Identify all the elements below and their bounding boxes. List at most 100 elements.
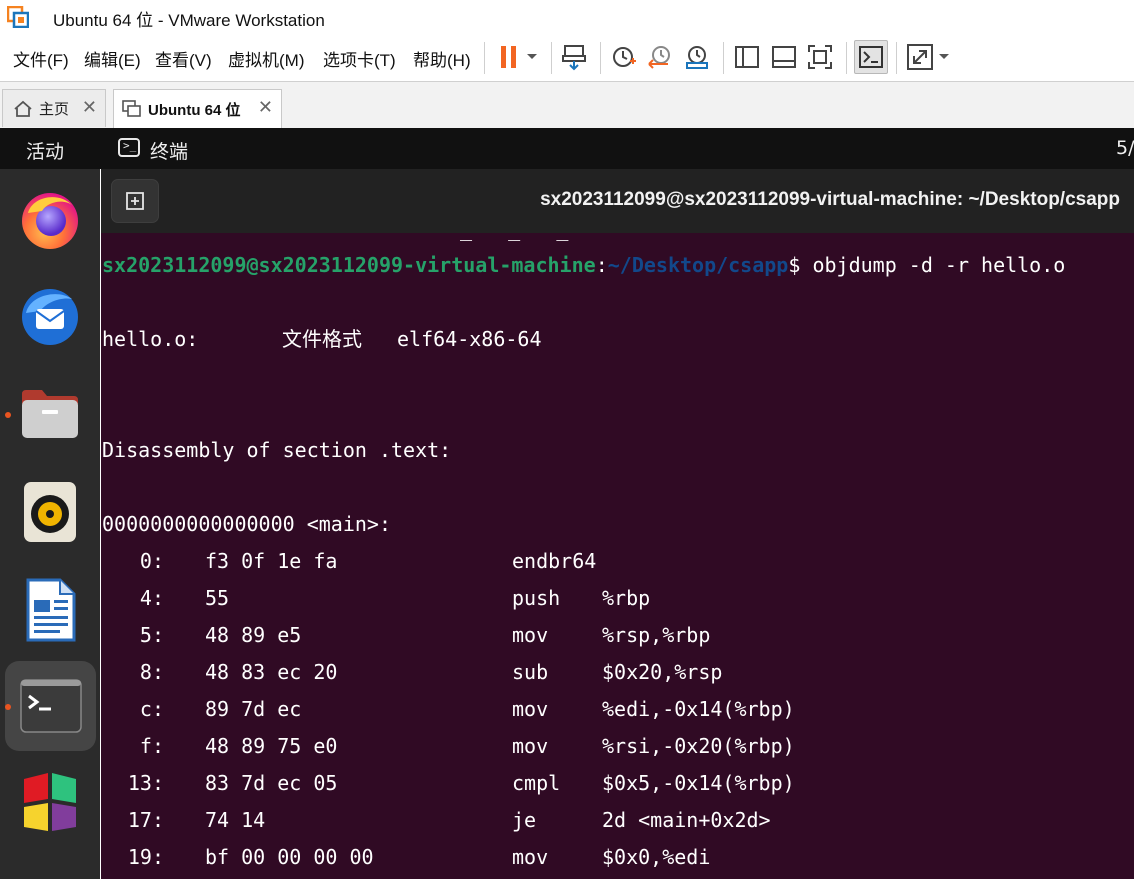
revert-snapshot-icon[interactable] — [643, 40, 677, 74]
row-address: 4: — [139, 586, 164, 610]
file-format-label: 文件格式 — [282, 327, 362, 351]
row-mnemonic: mov — [512, 845, 549, 869]
dropdown-arrow-icon[interactable] — [520, 40, 544, 74]
row-mnemonic: push — [512, 586, 561, 610]
activities-button[interactable]: 活动 — [26, 137, 64, 164]
home-icon — [13, 100, 33, 118]
menu-toolbar: 文件(F) 编辑(E) 查看(V) 虚拟机(M) 选项卡(T) 帮助(H) — [0, 35, 1134, 82]
prompt-dollar: $ — [788, 253, 801, 277]
row-address: 0: — [139, 549, 164, 573]
row-bytes: 48 83 ec 20 — [205, 660, 338, 684]
row-operands: $0x20,%rsp — [602, 660, 723, 684]
thunderbird-icon[interactable] — [12, 277, 88, 353]
window-title: Ubuntu 64 位 - VMware Workstation — [53, 11, 325, 30]
gnome-top-bar: 活动 >_ 终端 5/ — [0, 128, 1134, 169]
sidebar-icon[interactable] — [730, 40, 764, 74]
new-tab-icon — [124, 191, 146, 211]
thumbnail-bar-icon[interactable] — [767, 40, 801, 74]
dropdown-arrow-icon[interactable] — [932, 40, 956, 74]
toolbar-separator — [896, 42, 897, 74]
row-address: f: — [139, 734, 164, 758]
menu-file[interactable]: 文件(F) — [13, 46, 69, 71]
send-ctrl-alt-del-icon[interactable] — [558, 40, 592, 74]
libreoffice-writer-icon[interactable] — [12, 572, 88, 648]
row-address: 19: — [127, 845, 164, 869]
row-operands: 2d <main+0x2d> — [602, 808, 771, 832]
rhythmbox-icon[interactable] — [12, 474, 88, 550]
row-mnemonic: mov — [512, 734, 549, 758]
terminal-header-bar: sx2023112099@sx2023112099-virtual-machin… — [101, 169, 1134, 233]
row-operands: $0x5,-0x14(%rbp) — [602, 771, 795, 795]
files-icon[interactable] — [12, 374, 88, 450]
prompt-line: sx2023112099@sx2023112099-virtual-machin… — [102, 253, 1065, 277]
toolbar-separator — [846, 42, 847, 74]
row-mnemonic: mov — [512, 697, 549, 721]
row-bytes: 48 89 e5 — [205, 623, 302, 647]
toolbar-separator — [600, 42, 601, 74]
new-tab-button[interactable] — [111, 179, 159, 223]
tab-strip: 主页 ✕ Ubuntu 64 位 ✕ — [0, 82, 1134, 128]
terminal-window[interactable]: sx2023112099@sx2023112099-virtual-machin… — [101, 169, 1134, 879]
vm-icon — [122, 100, 142, 118]
row-mnemonic: endbr64 — [512, 549, 597, 573]
row-bytes: 48 89 75 e0 — [205, 734, 338, 758]
manage-snapshots-icon[interactable] — [680, 40, 714, 74]
symbol-header: 0000000000000000 <main>: — [102, 512, 391, 536]
file-format-value: elf64-x86-64 — [397, 327, 542, 351]
fullscreen-fit-icon[interactable] — [803, 40, 837, 74]
menu-edit[interactable]: 编辑(E) — [84, 46, 141, 71]
dock — [0, 169, 100, 879]
window-title-bar: Ubuntu 64 位 - VMware Workstation — [0, 0, 1134, 34]
row-bytes: 89 7d ec — [205, 697, 302, 721]
terminal-output[interactable]: _ _ _ sx2023112099@sx2023112099-virtual-… — [102, 217, 1134, 879]
menu-tabs[interactable]: 选项卡(T) — [323, 46, 396, 71]
row-address: c: — [139, 697, 164, 721]
row-operands: %rsp,%rbp — [602, 623, 711, 647]
tab-ubuntu-label: Ubuntu 64 位 — [148, 101, 241, 119]
prompt-path: ~/Desktop/csapp — [607, 253, 789, 277]
snapshot-icon[interactable] — [607, 40, 641, 74]
toolbar-separator — [723, 42, 724, 74]
row-bytes: 83 7d ec 05 — [205, 771, 338, 795]
row-operands: %rbp — [602, 586, 651, 610]
software-store-icon[interactable] — [12, 765, 88, 841]
vmware-app-icon — [6, 5, 30, 29]
prompt-user-host: sx2023112099@sx2023112099-virtual-machin… — [102, 253, 596, 277]
row-bytes: 55 — [205, 586, 230, 610]
row-address: 17: — [127, 808, 164, 832]
row-mnemonic: je — [512, 808, 537, 832]
file-name: hello.o: — [102, 327, 199, 351]
terminal-title: sx2023112099@sx2023112099-virtual-machin… — [540, 189, 1120, 210]
row-address: 13: — [127, 771, 164, 795]
clock[interactable]: 5/ — [1116, 137, 1134, 159]
row-mnemonic: mov — [512, 623, 549, 647]
command-text: objdump -d -r hello.o — [800, 253, 1066, 277]
tab-home[interactable]: 主页 ✕ — [2, 89, 106, 127]
row-bytes: 74 14 — [205, 808, 266, 832]
running-indicator — [5, 704, 11, 710]
running-indicator — [5, 412, 11, 418]
terminal-icon[interactable] — [5, 661, 96, 751]
row-bytes: bf 00 00 00 00 — [205, 845, 374, 869]
close-icon[interactable]: ✕ — [82, 99, 97, 117]
row-mnemonic: sub — [512, 660, 549, 684]
console-view-icon[interactable] — [854, 40, 888, 74]
terminal-app-icon: >_ — [118, 138, 140, 157]
menu-vm[interactable]: 虚拟机(M) — [228, 46, 304, 71]
row-operands: %edi,-0x14(%rbp) — [602, 697, 795, 721]
close-icon[interactable]: ✕ — [258, 99, 273, 117]
section-header: Disassembly of section .text: — [102, 438, 452, 462]
app-menu[interactable]: 终端 — [150, 137, 188, 164]
toolbar-separator — [551, 42, 552, 74]
toolbar-separator — [484, 42, 485, 74]
tab-ubuntu[interactable]: Ubuntu 64 位 ✕ — [113, 89, 282, 128]
file-format-line: hello.o: 文件格式 elf64-x86-64 — [102, 327, 542, 351]
row-mnemonic: cmpl — [512, 771, 561, 795]
firefox-icon[interactable] — [12, 181, 88, 257]
row-bytes: f3 0f 1e fa — [205, 549, 338, 573]
menu-help[interactable]: 帮助(H) — [413, 46, 471, 71]
prompt-colon: : — [595, 253, 608, 277]
menu-view[interactable]: 查看(V) — [155, 46, 212, 71]
row-address: 5: — [139, 623, 164, 647]
tab-home-label: 主页 — [39, 101, 70, 118]
